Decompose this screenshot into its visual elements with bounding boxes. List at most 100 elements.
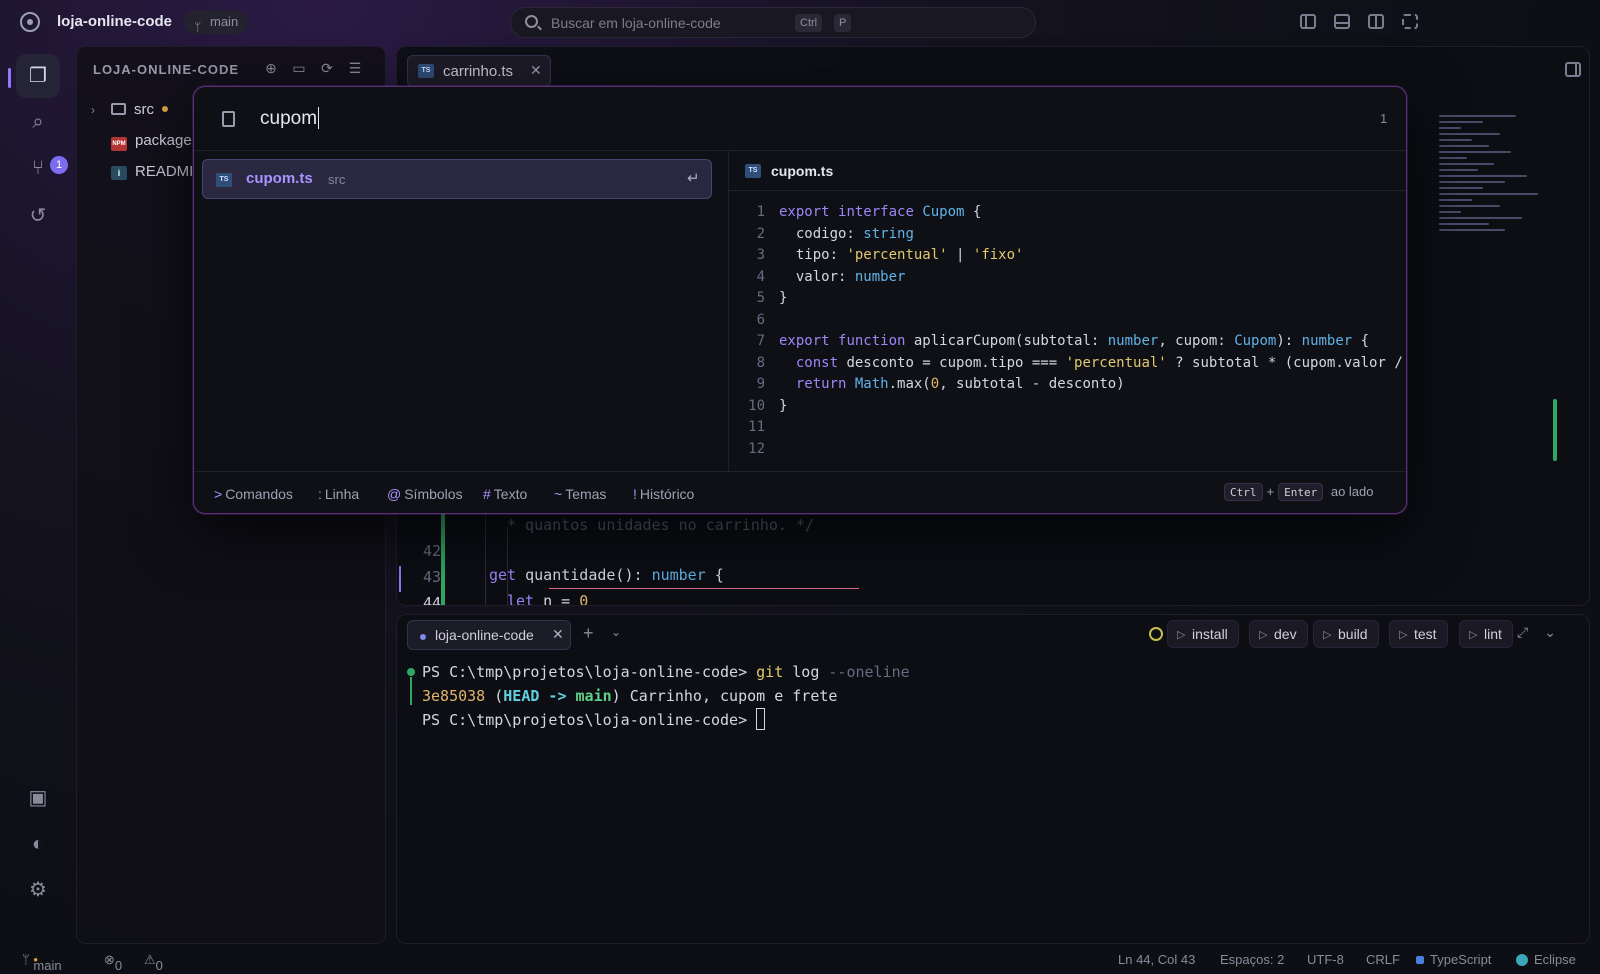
task-label: lint xyxy=(1484,626,1502,642)
tree-item-package[interactable]: NPM package xyxy=(91,130,192,152)
quick-open-input[interactable] xyxy=(260,105,1160,133)
task-build-button[interactable]: ▷ build xyxy=(1313,620,1379,648)
status-encoding[interactable]: UTF-8 xyxy=(1307,952,1344,967)
code-text: } xyxy=(779,290,788,306)
global-search-box[interactable]: Buscar em loja-online-code Ctrl P xyxy=(510,7,1036,38)
status-cursor-position[interactable]: Ln 44, Col 43 xyxy=(1118,952,1195,967)
active-indicator xyxy=(8,68,11,88)
code-text: export function aplicarCupom(subtotal: n… xyxy=(779,333,1370,349)
terminal-icon: ▣ xyxy=(28,787,48,809)
task-lint-button[interactable]: ▷ lint xyxy=(1459,620,1513,648)
mode-historico[interactable]: ! Histórico xyxy=(633,486,694,502)
activity-bar: ❐ ⌕ ⑂ 1 ↺ ▣ ◐ ⚙ xyxy=(8,46,68,944)
line-number: 3 xyxy=(756,247,765,263)
split-editor-icon[interactable] xyxy=(1565,62,1581,77)
files-icon: ❐ xyxy=(29,65,47,87)
terminal-button[interactable]: ▣ xyxy=(16,776,60,820)
play-icon: ▷ xyxy=(1259,629,1268,641)
mode-comandos[interactable]: > Comandos xyxy=(214,486,293,502)
status-errors[interactable]: ⊗ 0 xyxy=(104,952,122,973)
status-eol[interactable]: CRLF xyxy=(1366,952,1400,967)
terminal-line[interactable]: PS C:\tmp\projetos\loja-online-code> xyxy=(422,708,766,732)
command-success-dot xyxy=(407,668,415,676)
chevron-right-icon: › xyxy=(91,103,95,117)
terminal-status-dot xyxy=(420,634,426,640)
source-control-icon: ⑂ xyxy=(32,157,44,179)
enter-icon: ↵ xyxy=(687,170,700,187)
quick-open-result[interactable]: TS cupom.ts src ↵ xyxy=(202,159,712,199)
mode-simbolos[interactable]: @ Símbolos xyxy=(387,486,463,502)
quick-open-dialog: 1 TS cupom.ts src ↵ TS cupom.ts 1 export … xyxy=(193,86,1407,514)
search-button[interactable]: ⌕ xyxy=(16,100,60,144)
task-running-icon xyxy=(1149,627,1163,641)
play-icon: ▷ xyxy=(1177,629,1186,641)
status-indentation[interactable]: Espaços: 2 xyxy=(1220,952,1284,967)
code-text: let n = 0 xyxy=(507,592,589,606)
maximize-icon[interactable]: ⤢ xyxy=(1517,624,1528,640)
task-dev-button[interactable]: ▷ dev xyxy=(1249,620,1308,648)
npm-icon: NPM xyxy=(111,137,127,151)
play-icon: ▷ xyxy=(1323,629,1332,641)
mode-temas[interactable]: ~ Temas xyxy=(554,486,606,502)
line-number: 4 xyxy=(756,268,765,285)
result-name: cupom.ts xyxy=(246,170,313,187)
tree-item-src[interactable]: › src xyxy=(91,99,168,121)
close-icon[interactable]: ✕ xyxy=(530,62,542,79)
search-placeholder: Buscar em loja-online-code xyxy=(551,15,721,31)
gear-icon: ⚙ xyxy=(29,879,47,901)
layout-controls xyxy=(1300,14,1436,32)
file-preview: TS cupom.ts 1 export interface Cupom {2 c… xyxy=(728,151,1406,471)
minimap[interactable] xyxy=(1439,115,1549,285)
code-text: tipo: 'percentual' | 'fixo' xyxy=(779,247,1024,263)
search-icon: ⌕ xyxy=(32,111,44,133)
chevron-down-icon[interactable]: ⌄ xyxy=(611,625,621,639)
toggle-sidebar-icon[interactable] xyxy=(1300,14,1316,29)
new-file-icon[interactable]: ⊕ xyxy=(263,60,279,76)
collapse-all-icon[interactable]: ☰ xyxy=(347,60,363,76)
tab-carrinho[interactable]: TS carrinho.ts ✕ xyxy=(407,55,551,87)
chevron-down-icon[interactable]: ⌄ xyxy=(1544,624,1556,640)
status-language[interactable]: TypeScript xyxy=(1416,952,1491,967)
line-number: 11 xyxy=(748,419,765,435)
quick-open-input-row: 1 xyxy=(194,87,1406,151)
code-text: codigo: string xyxy=(779,225,914,242)
mode-linha[interactable]: : Linha xyxy=(318,486,359,502)
refresh-icon[interactable]: ⟳ xyxy=(319,60,335,76)
terminal-cursor xyxy=(756,708,766,730)
language-icon xyxy=(1416,956,1424,964)
code-line-43: 43 let n = 0 xyxy=(397,541,1497,605)
quick-open-footer: > Comandos : Linha @ Símbolos # Texto ~ Temas… xyxy=(194,471,1406,513)
tree-item-readme[interactable]: i READMI xyxy=(91,161,193,183)
task-install-button[interactable]: ▷ install xyxy=(1167,620,1239,648)
line-number: 8 xyxy=(756,354,765,371)
focus-mode-icon[interactable] xyxy=(1402,14,1418,29)
line-number: 10 xyxy=(748,397,765,414)
split-layout-icon[interactable] xyxy=(1368,14,1384,29)
mode-texto[interactable]: # Texto xyxy=(483,486,527,502)
status-branch[interactable]: ᛘ main • xyxy=(22,952,62,973)
code-line-42: 42 get quantidade(): number { xyxy=(397,515,1497,584)
status-theme[interactable]: Eclipse xyxy=(1516,952,1576,967)
settings-button[interactable]: ⚙ xyxy=(16,868,60,912)
terminal-tab[interactable]: loja-online-code ✕ xyxy=(407,620,571,650)
command-gutter-line xyxy=(410,677,412,705)
typescript-icon: TS xyxy=(216,173,232,187)
text-caret xyxy=(318,107,319,129)
task-label: dev xyxy=(1274,626,1297,642)
kbd-ctrl: Ctrl xyxy=(795,14,823,32)
explorer-button[interactable]: ❐ xyxy=(16,54,60,98)
code-text: export interface Cupom { xyxy=(779,204,982,220)
themes-button[interactable]: ◐ xyxy=(16,822,60,866)
toggle-panel-icon[interactable] xyxy=(1334,14,1350,29)
new-terminal-icon[interactable]: + xyxy=(583,623,594,644)
explorer-actions: ⊕ ▭ ⟳ ☰ xyxy=(263,60,375,76)
new-folder-icon[interactable]: ▭ xyxy=(291,60,307,76)
status-bar: ᛘ main • ⊗ 0 ⚠ 0 Ln 44, Col 43 Espaços: … xyxy=(0,946,1600,974)
branch-chip[interactable]: ᛘ main xyxy=(184,10,249,34)
code-text: return Math.max(0, subtotal - desconto) xyxy=(795,376,1125,392)
status-warnings[interactable]: ⚠ 0 xyxy=(144,952,163,973)
task-test-button[interactable]: ▷ test xyxy=(1389,620,1448,648)
history-button[interactable]: ↺ xyxy=(16,194,60,238)
line-number: 5 xyxy=(756,290,765,306)
close-icon[interactable]: ✕ xyxy=(552,626,564,643)
